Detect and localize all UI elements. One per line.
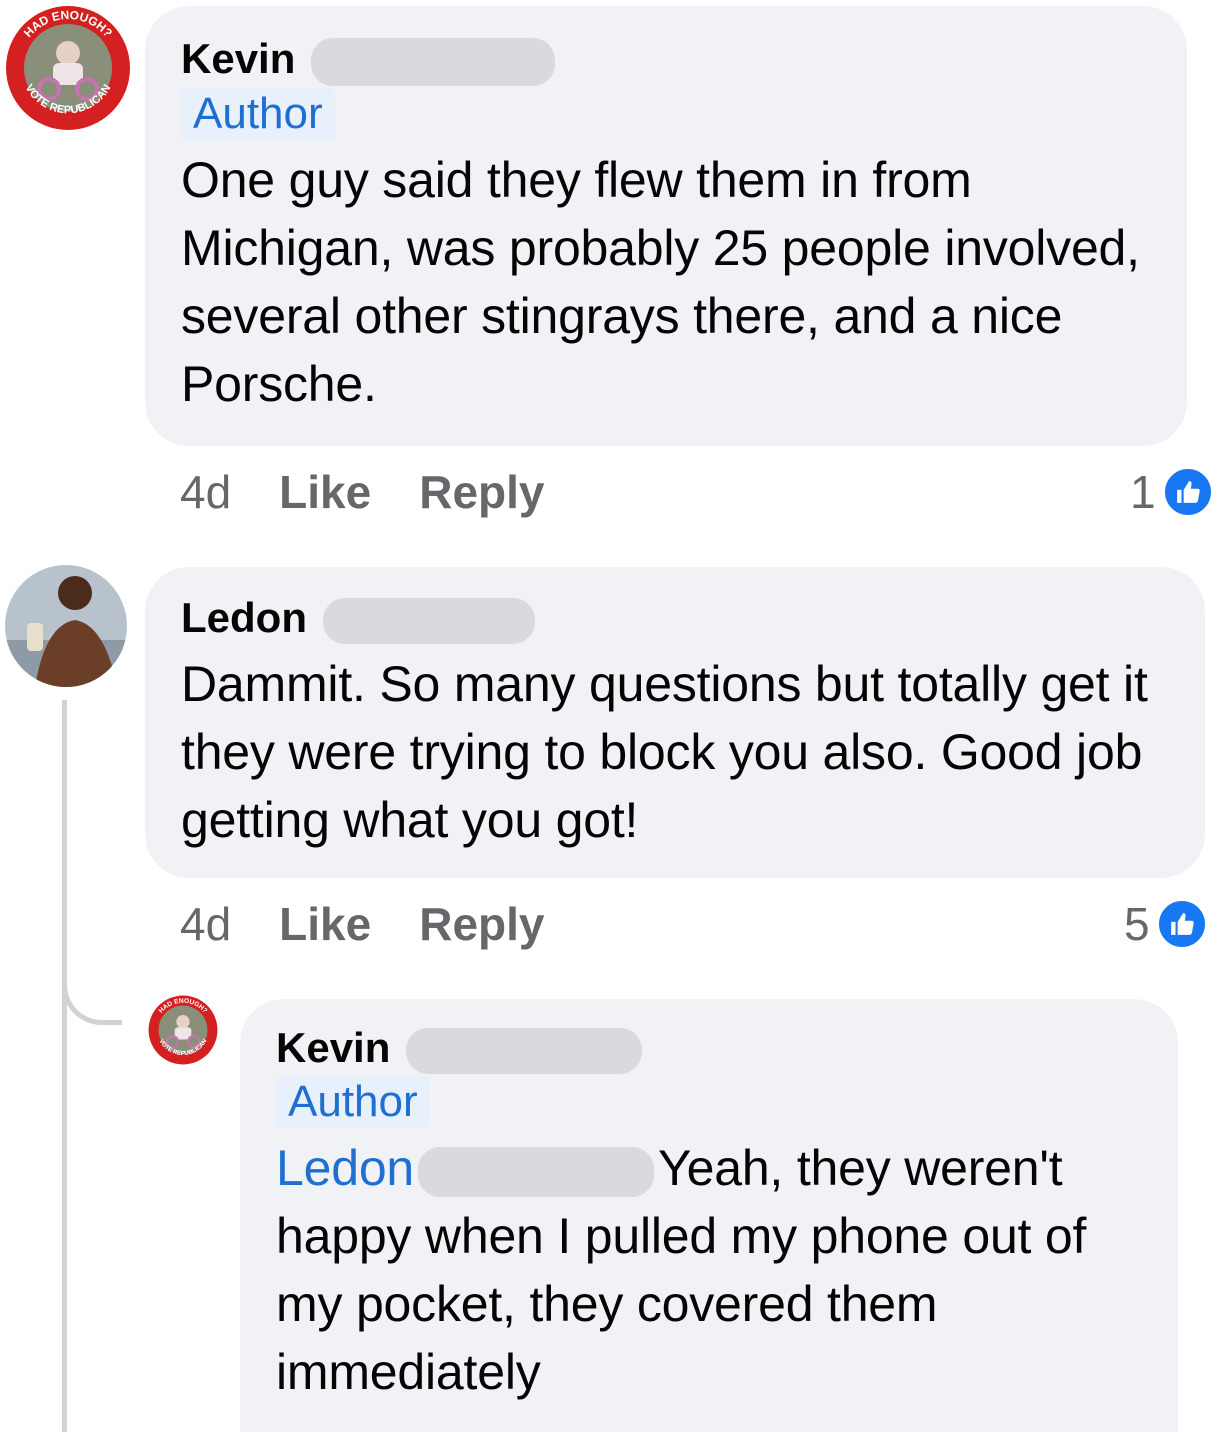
thread-line xyxy=(62,700,67,1432)
like-button[interactable]: Like xyxy=(279,898,371,950)
comment-time[interactable]: 4d xyxy=(180,466,231,518)
reaction-count: 1 xyxy=(1130,466,1156,518)
like-thumb-icon xyxy=(1161,466,1214,518)
comment-author[interactable]: Kevin xyxy=(276,1023,1142,1074)
redacted-surname xyxy=(406,1027,643,1074)
like-button[interactable]: Like xyxy=(279,466,371,518)
redacted-surname xyxy=(311,37,556,86)
comment-author[interactable]: Kevin xyxy=(181,34,1151,86)
comment-actions: 4d Like Reply xyxy=(180,896,592,952)
reaction-summary[interactable]: 1 xyxy=(1130,464,1214,520)
comment-author[interactable]: Ledon xyxy=(181,593,1169,644)
avatar-ledon[interactable] xyxy=(5,565,127,687)
reply-bubble: Kevin Author Ledon Yeah, they weren't hap… xyxy=(240,999,1178,1432)
reply-button[interactable]: Reply xyxy=(419,466,544,518)
had-enough-logo: HAD ENOUGH? VOTE REPUBLICAN xyxy=(6,6,130,130)
avatar-kevin[interactable]: HAD ENOUGH? VOTE REPUBLICAN xyxy=(5,5,131,131)
reply-button[interactable]: Reply xyxy=(419,898,544,950)
comment-bubble: Kevin Author One guy said they flew them… xyxy=(145,6,1187,446)
author-badge: Author xyxy=(276,1075,430,1128)
redacted-mention xyxy=(418,1146,655,1197)
ledon-photo xyxy=(5,565,127,687)
author-badge: Author xyxy=(181,87,335,140)
reaction-summary[interactable]: 5 xyxy=(1124,896,1208,952)
avatar-kevin[interactable]: HAD ENOUGH? VOTE REPUBLICAN xyxy=(148,995,218,1065)
comment-bubble: Ledon Dammit. So many questions but tota… xyxy=(145,567,1205,878)
redacted-surname xyxy=(322,597,535,644)
reaction-count: 5 xyxy=(1124,898,1150,950)
mention-link[interactable]: Ledon xyxy=(276,1140,414,1196)
comment-time[interactable]: 4d xyxy=(180,898,231,950)
comment-actions: 4d Like Reply xyxy=(180,464,592,520)
had-enough-logo: HAD ENOUGH? VOTE REPUBLICAN xyxy=(148,995,218,1065)
thread-curve xyxy=(62,985,122,1025)
comment-text: Ledon Yeah, they weren't happy when I pul… xyxy=(276,1134,1156,1406)
comment-text: Dammit. So many questions but totally ge… xyxy=(181,655,1148,848)
comment-text: One guy said they flew them in from Mich… xyxy=(181,151,1140,412)
like-thumb-icon xyxy=(1155,898,1208,950)
